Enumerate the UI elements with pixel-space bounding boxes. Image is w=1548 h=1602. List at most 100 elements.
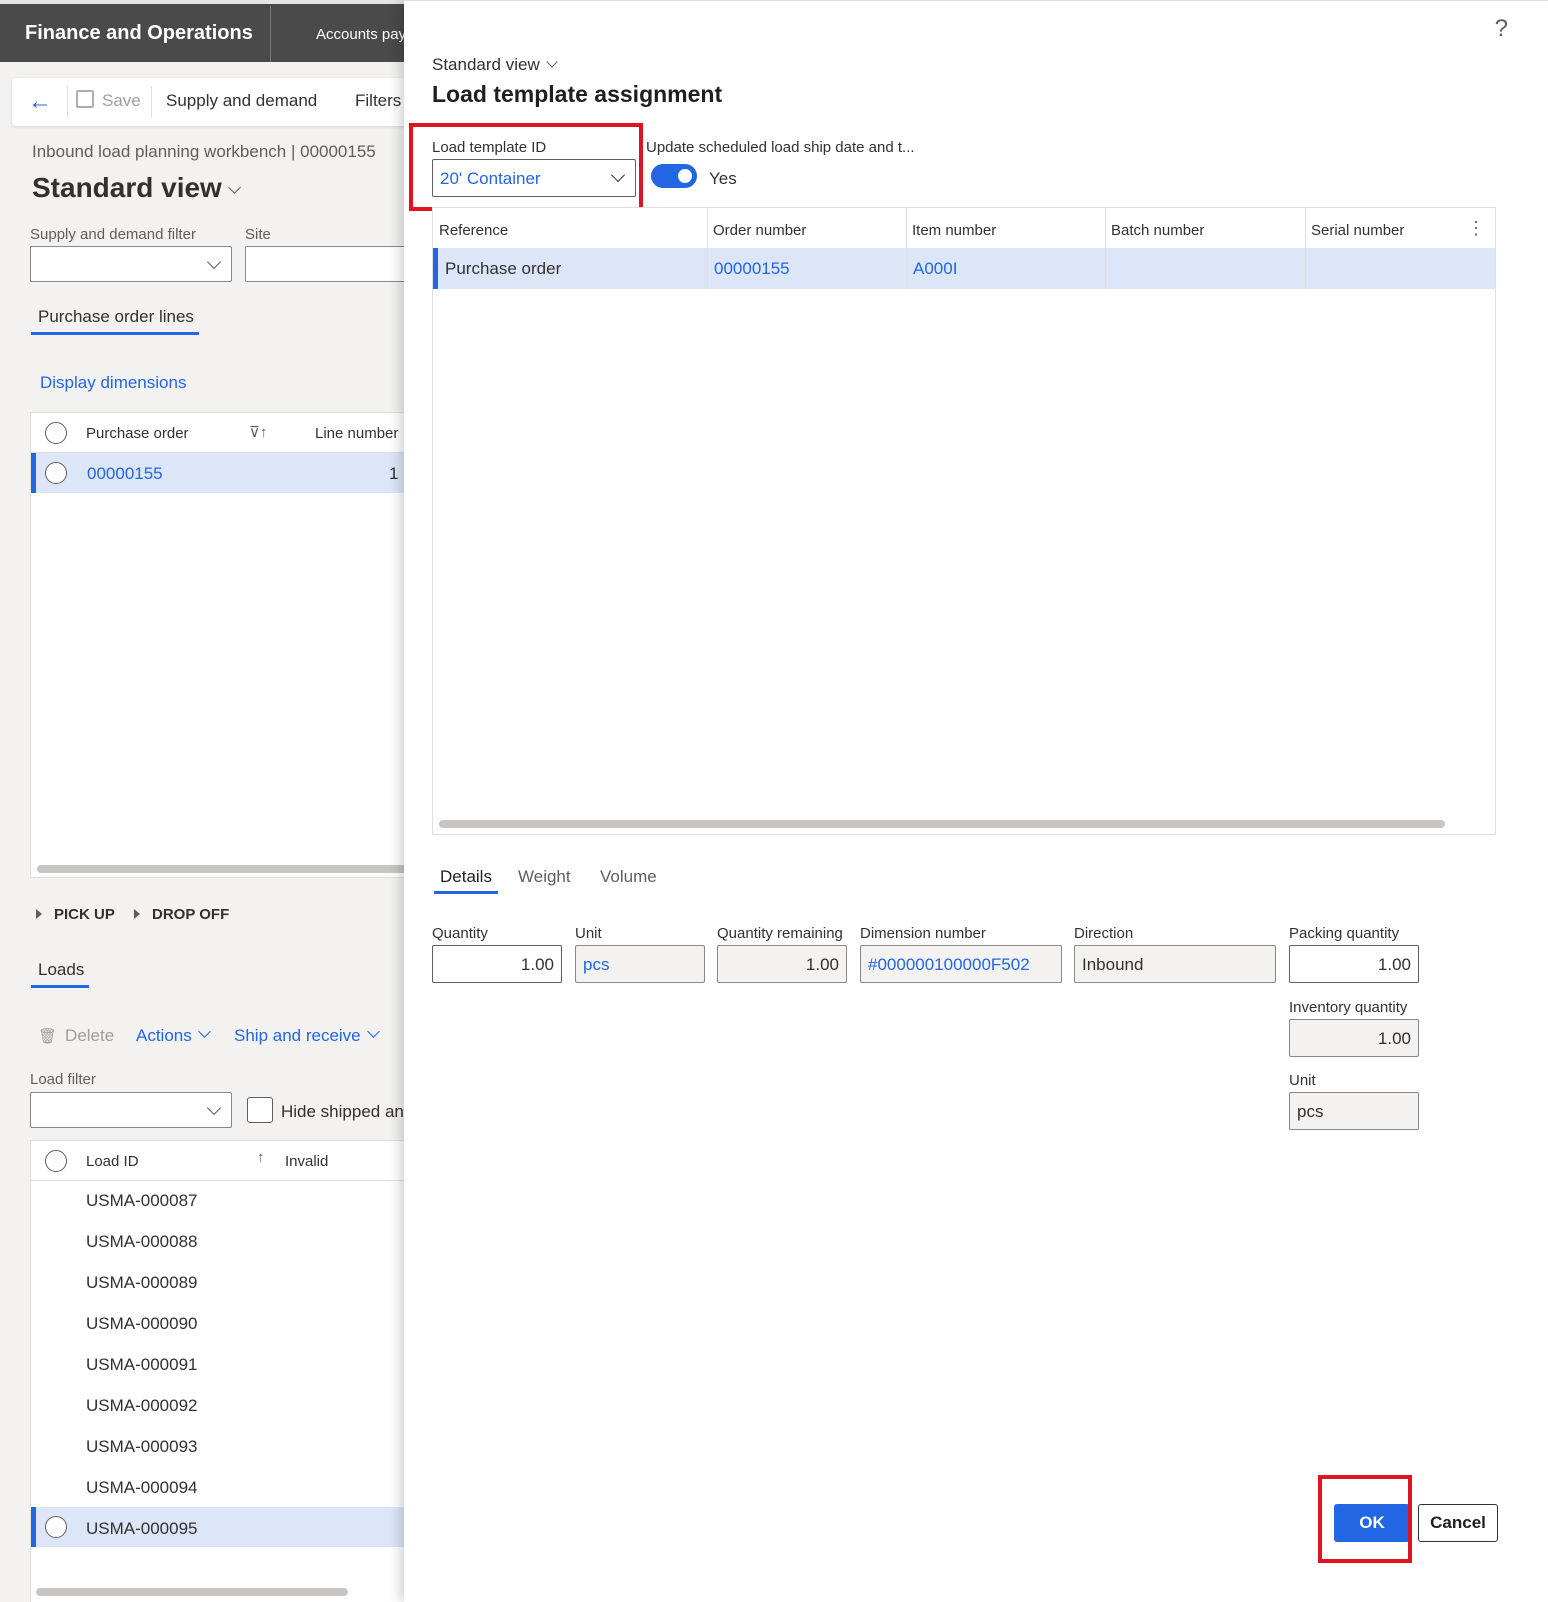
display-dimensions-link[interactable]: Display dimensions <box>40 373 186 393</box>
dialog-view-name: Standard view <box>432 55 540 74</box>
unit-value[interactable]: pcs <box>583 955 609 975</box>
delete-button[interactable]: 🗑 Delete <box>38 1026 114 1046</box>
unit-label: Unit <box>575 925 602 942</box>
tab-weight[interactable]: Weight <box>518 867 571 887</box>
quantity-remaining-label: Quantity remaining <box>717 925 843 942</box>
col-load-id[interactable]: Load ID <box>86 1153 139 1170</box>
list-item[interactable]: USMA-000093 <box>86 1437 198 1457</box>
col-reference[interactable]: Reference <box>439 222 508 239</box>
dialog-view-selector[interactable]: Standard view <box>432 55 558 75</box>
save-button[interactable]: Save <box>102 91 141 111</box>
inventory-quantity-field: 1.00 <box>1289 1019 1419 1057</box>
list-item[interactable]: USMA-000087 <box>86 1191 198 1211</box>
inventory-quantity-label: Inventory quantity <box>1289 999 1408 1016</box>
help-icon[interactable]: ? <box>1495 15 1508 43</box>
topbar-divider <box>270 6 271 62</box>
col-line-number[interactable]: Line number <box>315 425 398 442</box>
tab-volume[interactable]: Volume <box>600 867 657 887</box>
drop-off-fasttab[interactable]: DROP OFF <box>134 906 229 923</box>
chevron-down-icon <box>206 1100 222 1116</box>
cancel-button[interactable]: Cancel <box>1418 1504 1498 1542</box>
list-item[interactable]: USMA-000091 <box>86 1355 198 1375</box>
supply-demand-filter-dropdown[interactable] <box>30 246 232 282</box>
top-navigation-bar: Finance and Operations Accounts payable <box>0 0 404 62</box>
tab-purchase-order-lines[interactable]: Purchase order lines <box>38 307 194 327</box>
load-template-assignment-dialog: ? Standard view Load template assignment… <box>404 0 1548 1602</box>
site-field[interactable] <box>245 246 404 282</box>
toggle-knob <box>678 169 692 183</box>
tab-details[interactable]: Details <box>440 867 492 887</box>
app-title[interactable]: Finance and Operations <box>25 22 253 45</box>
col-item-number[interactable]: Item number <box>912 222 996 239</box>
col-invalid[interactable]: Invalid <box>285 1153 328 1170</box>
load-filter-label: Load filter <box>30 1071 96 1088</box>
horizontal-scrollbar[interactable] <box>439 820 1445 828</box>
packing-quantity-label: Packing quantity <box>1289 925 1400 942</box>
chevron-down-icon <box>546 56 558 68</box>
chevron-down-icon <box>227 181 241 194</box>
col-order-number[interactable]: Order number <box>713 222 806 239</box>
actions-menu[interactable]: Actions <box>136 1025 211 1046</box>
filters-button[interactable]: Filters <box>355 91 401 111</box>
item-number-link[interactable]: A000I <box>913 259 957 279</box>
actions-label: Actions <box>136 1026 192 1045</box>
site-label: Site <box>245 226 271 243</box>
list-item[interactable]: USMA-000089 <box>86 1273 198 1293</box>
table-row[interactable]: Purchase order 00000155 A000I <box>433 248 1495 289</box>
list-item[interactable]: USMA-000094 <box>86 1478 198 1498</box>
list-item[interactable]: USMA-000088 <box>86 1232 198 1252</box>
tab-underline <box>31 332 199 335</box>
list-item[interactable]: USMA-000092 <box>86 1396 198 1416</box>
module-breadcrumb[interactable]: Accounts payable <box>316 26 404 43</box>
col-serial-number[interactable]: Serial number <box>1311 222 1404 239</box>
view-title: Standard view <box>32 172 222 203</box>
column-divider <box>707 208 708 248</box>
select-all-radio[interactable] <box>45 1150 67 1172</box>
list-item[interactable]: USMA-000090 <box>86 1314 198 1334</box>
trash-icon: 🗑 <box>38 1028 58 1045</box>
action-divider <box>67 86 68 118</box>
row-select-radio[interactable] <box>45 1516 67 1538</box>
supply-and-demand-button[interactable]: Supply and demand <box>166 91 317 111</box>
purchase-order-link[interactable]: 00000155 <box>87 464 163 484</box>
hide-shipped-label: Hide shipped and received <box>281 1102 404 1121</box>
ship-receive-menu[interactable]: Ship and receive <box>234 1025 380 1046</box>
update-ship-date-label: Update scheduled load ship date and t... <box>646 139 915 156</box>
pick-up-fasttab[interactable]: PICK UP <box>36 906 115 923</box>
column-divider <box>1105 248 1106 289</box>
sort-ascending-icon[interactable]: ↑ <box>257 1149 265 1166</box>
quantity-remaining-value: 1.00 <box>805 955 839 974</box>
tab-underline <box>434 891 498 894</box>
col-purchase-order[interactable]: Purchase order <box>86 425 189 442</box>
dimension-number-value[interactable]: #000000100000F502 <box>868 955 1030 975</box>
inventory-unit-value: pcs <box>1297 1102 1324 1121</box>
quantity-value: 1.00 <box>520 955 554 974</box>
toggle-state-text: Yes <box>709 169 737 188</box>
tab-loads[interactable]: Loads <box>38 960 84 980</box>
expand-triangle-icon <box>134 909 140 919</box>
list-item-selected[interactable]: USMA-000095 <box>86 1519 198 1539</box>
horizontal-scrollbar[interactable] <box>37 865 404 873</box>
packing-quantity-field[interactable]: 1.00 <box>1289 945 1419 983</box>
load-filter-dropdown[interactable] <box>30 1092 232 1128</box>
reference-cell: Purchase order <box>445 259 562 278</box>
horizontal-scrollbar[interactable] <box>36 1588 348 1596</box>
filter-sort-icon[interactable]: ⊽↑ <box>249 423 267 441</box>
chevron-down-icon <box>206 254 222 270</box>
row-select-radio[interactable] <box>45 462 67 484</box>
update-ship-date-toggle[interactable] <box>651 164 697 188</box>
quantity-field[interactable]: 1.00 <box>432 945 562 983</box>
expand-triangle-icon <box>36 909 42 919</box>
dimension-number-field: #000000100000F502 <box>860 945 1062 983</box>
hide-shipped-checkbox[interactable] <box>247 1097 273 1123</box>
view-selector[interactable]: Standard view <box>32 172 241 204</box>
col-batch-number[interactable]: Batch number <box>1111 222 1204 239</box>
table-row[interactable]: 00000155 1 <box>31 453 404 493</box>
grid-header: Load ID ↑ Invalid <box>31 1141 404 1181</box>
back-arrow-icon[interactable]: ← <box>28 88 52 116</box>
order-number-link[interactable]: 00000155 <box>714 259 790 279</box>
select-all-radio[interactable] <box>45 422 67 444</box>
more-options-icon[interactable]: ⋮ <box>1467 218 1485 239</box>
line-number-cell: 1 <box>389 464 399 483</box>
direction-field: Inbound <box>1074 945 1276 983</box>
